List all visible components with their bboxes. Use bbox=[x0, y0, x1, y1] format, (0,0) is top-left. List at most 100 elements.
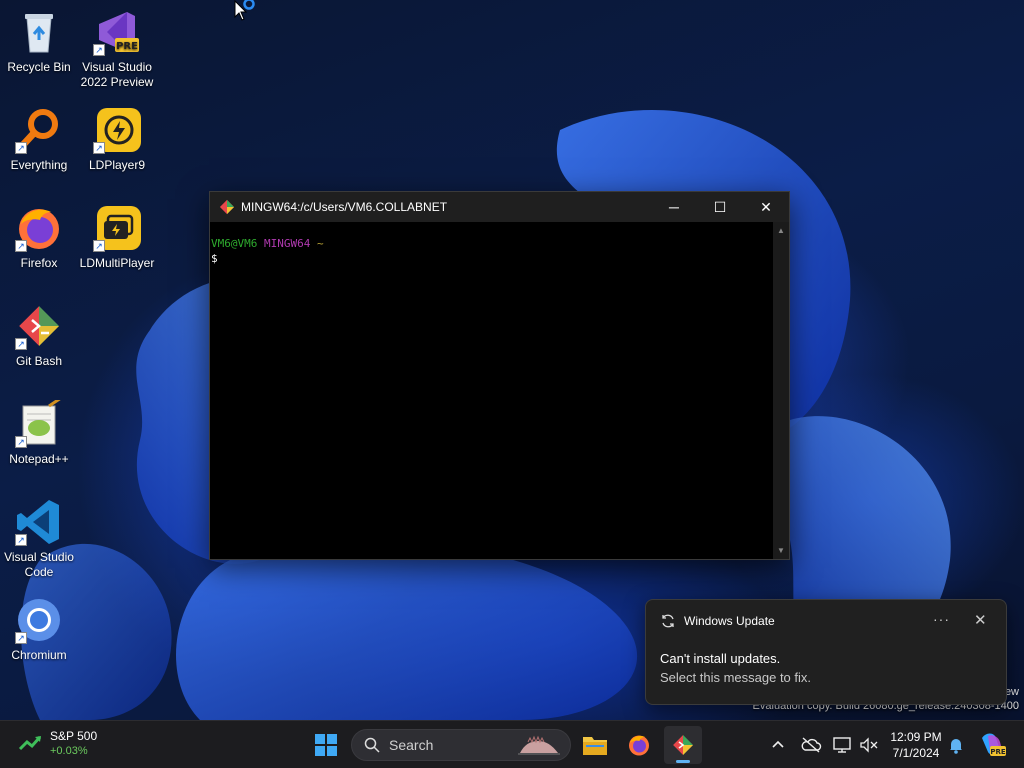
desktop-icon-visual-studio-code[interactable]: ↗ Visual Studio Code bbox=[0, 498, 78, 580]
taskbar: S&P 500 +0.03% Search 12:09 PM 7/1/2024 … bbox=[0, 720, 1024, 768]
taskbar-file-explorer[interactable] bbox=[576, 726, 614, 764]
desktop-icon-notepad-plus-plus[interactable]: ↗ Notepad++ bbox=[0, 396, 78, 467]
notification-more-button[interactable]: ··· bbox=[933, 611, 950, 627]
git-bash-terminal-window[interactable]: MINGW64:/c/Users/VM6.COLLABNET ─ ☐ ✕ VM6… bbox=[209, 191, 790, 560]
notification-app-name: Windows Update bbox=[684, 614, 775, 628]
volume-muted-icon bbox=[860, 737, 878, 753]
taskbar-search-box[interactable]: Search bbox=[351, 729, 571, 761]
windows-update-notification[interactable]: Windows Update ··· ✕ Can't install updat… bbox=[645, 599, 1007, 705]
shortcut-arrow-icon: ↗ bbox=[93, 142, 105, 154]
shortcut-arrow-icon: ↗ bbox=[15, 534, 27, 546]
folder-icon bbox=[583, 737, 607, 755]
desktop-icon-label: Visual Studio Code bbox=[4, 550, 74, 579]
desktop-icon-label: Notepad++ bbox=[9, 452, 69, 466]
desktop-icon-label: Everything bbox=[10, 158, 68, 172]
copilot-button[interactable]: PRE bbox=[978, 721, 1006, 768]
stock-name: S&P 500 bbox=[50, 729, 98, 743]
notepad-plus-plus-icon: ↗ bbox=[15, 396, 63, 448]
desktop-icon-recycle-bin[interactable]: Recycle Bin bbox=[0, 8, 78, 75]
stock-widget[interactable]: S&P 500 +0.03% bbox=[18, 729, 97, 757]
prompt-host: MINGW64 bbox=[263, 237, 311, 250]
prompt-line: VM6@VM6 MINGW64 ~ bbox=[211, 236, 773, 251]
windows-logo-icon bbox=[315, 734, 337, 756]
taskbar-firefox[interactable] bbox=[620, 726, 658, 764]
notification-body: Select this message to fix. bbox=[660, 670, 812, 685]
notification-header: Windows Update bbox=[660, 613, 775, 629]
shortcut-arrow-icon: ↗ bbox=[15, 142, 27, 154]
prompt-user: VM6@VM6 bbox=[211, 237, 258, 250]
desktop-icon-label: Visual Studio 2022 Preview bbox=[80, 60, 154, 89]
terminal-scrollbar[interactable]: ▲ ▼ bbox=[773, 222, 789, 559]
terminal-title: MINGW64:/c/Users/VM6.COLLABNET bbox=[241, 200, 448, 214]
search-icon bbox=[364, 737, 380, 753]
visual-studio-preview-icon: PRE ↗ bbox=[93, 8, 141, 56]
bell-icon bbox=[950, 739, 962, 754]
volume-tray-button[interactable] bbox=[858, 721, 880, 768]
copilot-pre-badge: PRE bbox=[990, 748, 1006, 756]
desktop-icon-label: Chromium bbox=[11, 648, 67, 662]
desktop-icon-label: Firefox bbox=[20, 256, 58, 270]
stock-trend-icon bbox=[18, 736, 42, 751]
everything-magnifier-icon: ↗ bbox=[15, 106, 63, 154]
shortcut-arrow-icon: ↗ bbox=[15, 240, 27, 252]
close-button[interactable]: ✕ bbox=[743, 192, 789, 222]
taskbar-clock[interactable]: 12:09 PM 7/1/2024 bbox=[884, 729, 948, 761]
notification-title: Can't install updates. bbox=[660, 651, 781, 666]
search-label: Search bbox=[389, 737, 434, 753]
scroll-down-arrow-icon[interactable]: ▼ bbox=[777, 546, 785, 555]
stock-change: +0.03% bbox=[50, 745, 88, 757]
pre-badge: PRE bbox=[116, 41, 138, 52]
git-bash-icon: ↗ bbox=[15, 302, 63, 350]
desktop-icon-ldplayer9[interactable]: ↗ LDPlayer9 bbox=[78, 106, 156, 173]
desktop-icon-visual-studio-2022-preview[interactable]: PRE ↗ Visual Studio 2022 Preview bbox=[78, 8, 156, 90]
shortcut-arrow-icon: ↗ bbox=[93, 44, 105, 56]
watermark-line-1: ew bbox=[1004, 686, 1019, 698]
ldplayer-icon: ↗ bbox=[93, 106, 141, 154]
scroll-up-arrow-icon[interactable]: ▲ bbox=[777, 226, 785, 235]
start-button[interactable] bbox=[307, 726, 345, 764]
notifications-button[interactable] bbox=[946, 721, 966, 768]
vscode-icon: ↗ bbox=[15, 498, 63, 546]
mouse-cursor-busy-icon bbox=[234, 0, 255, 21]
git-bash-icon bbox=[219, 199, 235, 215]
prompt-path: ~ bbox=[316, 237, 324, 250]
shortcut-arrow-icon: ↗ bbox=[15, 436, 27, 448]
onedrive-tray-button[interactable] bbox=[800, 721, 822, 768]
chevron-up-icon bbox=[772, 740, 784, 748]
sync-icon bbox=[662, 614, 674, 628]
network-tray-button[interactable] bbox=[832, 721, 854, 768]
shortcut-arrow-icon: ↗ bbox=[15, 632, 27, 644]
desktop-icon-label: Recycle Bin bbox=[7, 60, 71, 74]
active-window-indicator bbox=[676, 760, 690, 763]
terminal-titlebar[interactable]: MINGW64:/c/Users/VM6.COLLABNET ─ ☐ ✕ bbox=[210, 192, 789, 222]
firefox-icon: ↗ bbox=[15, 204, 63, 252]
chromium-icon: ↗ bbox=[15, 596, 63, 644]
terminal-output[interactable]: VM6@VM6 MINGW64 ~ $ bbox=[210, 222, 773, 559]
recycle-bin-icon bbox=[15, 8, 63, 56]
prompt-symbol: $ bbox=[211, 252, 218, 265]
minimize-button[interactable]: ─ bbox=[651, 192, 697, 222]
cloud-offline-icon bbox=[801, 737, 822, 753]
notification-close-button[interactable]: ✕ bbox=[974, 611, 987, 629]
search-highlight-dinosaur-icon bbox=[518, 735, 560, 755]
git-bash-icon bbox=[673, 735, 693, 755]
desktop-icon-firefox[interactable]: ↗ Firefox bbox=[0, 204, 78, 271]
taskbar-git-bash[interactable] bbox=[664, 726, 702, 764]
tray-overflow-button[interactable] bbox=[768, 721, 788, 768]
clock-date: 7/1/2024 bbox=[892, 746, 940, 760]
desktop-icon-label: LDPlayer9 bbox=[88, 158, 146, 172]
shortcut-arrow-icon: ↗ bbox=[93, 240, 105, 252]
maximize-button[interactable]: ☐ bbox=[697, 192, 743, 222]
copilot-preview-icon: PRE bbox=[982, 733, 1006, 756]
firefox-icon bbox=[629, 735, 649, 756]
desktop-icon-ldmultiplayer[interactable]: ↗ LDMultiPlayer bbox=[78, 204, 156, 271]
network-monitor-icon bbox=[833, 737, 851, 753]
desktop-icon-everything[interactable]: ↗ Everything bbox=[0, 106, 78, 173]
desktop-icon-label: Git Bash bbox=[15, 354, 63, 368]
ldmultiplayer-icon: ↗ bbox=[93, 204, 141, 252]
desktop-icon-chromium[interactable]: ↗ Chromium bbox=[0, 596, 78, 663]
shortcut-arrow-icon: ↗ bbox=[15, 338, 27, 350]
clock-time: 12:09 PM bbox=[890, 730, 942, 744]
desktop-icon-label: LDMultiPlayer bbox=[79, 256, 155, 270]
desktop-icon-git-bash[interactable]: ↗ Git Bash bbox=[0, 302, 78, 369]
